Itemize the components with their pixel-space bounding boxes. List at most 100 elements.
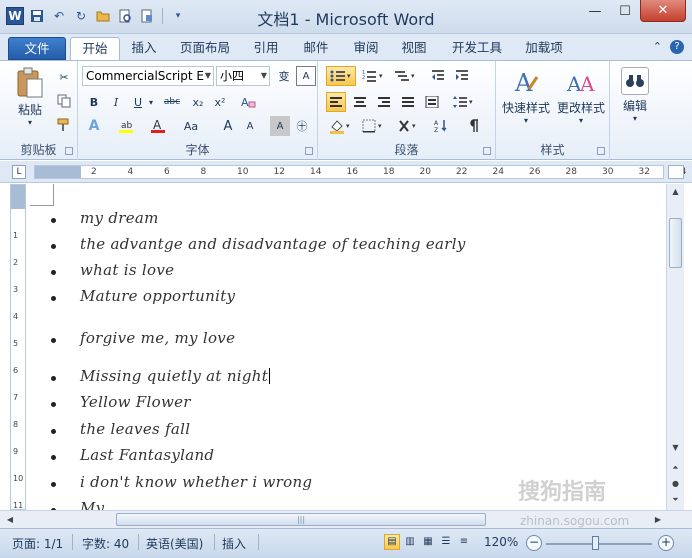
zoom-in-icon[interactable]: + — [658, 535, 674, 551]
word-count[interactable]: 字数: 40 — [82, 535, 129, 552]
format-painter-icon[interactable] — [54, 115, 74, 135]
outline-view-icon[interactable]: ☰ — [438, 534, 454, 550]
character-shading-button[interactable]: A — [270, 116, 290, 136]
zoom-out-icon[interactable]: − — [526, 535, 542, 551]
maximize-button[interactable]: ☐ — [610, 0, 640, 22]
list-item[interactable]: Mature opportunity — [80, 287, 235, 305]
strikethrough-button[interactable]: abc — [160, 92, 184, 112]
text-effects-icon[interactable]: A — [84, 116, 104, 136]
list-item[interactable]: the advantge and disadvantage of teachin… — [80, 235, 466, 253]
minimize-ribbon-icon[interactable]: ⌃ — [653, 40, 662, 54]
font-launcher-icon[interactable] — [305, 147, 313, 155]
tab-references[interactable]: 引用 — [246, 37, 286, 60]
editing-button[interactable]: 编辑 ▾ — [616, 67, 654, 123]
change-styles-button[interactable]: AA 更改样式 ▾ — [554, 67, 608, 125]
numbering-icon[interactable]: 1 2 ▾ — [360, 66, 388, 86]
insert-mode-indicator[interactable]: 插入 — [222, 535, 246, 552]
zoom-slider-track[interactable] — [546, 543, 652, 545]
tab-review[interactable]: 审阅 — [346, 37, 386, 60]
character-border-icon[interactable]: A — [296, 66, 316, 86]
tab-addins[interactable]: 加载项 — [518, 37, 570, 60]
underline-button[interactable]: U — [128, 92, 148, 112]
list-item[interactable]: forgive me, my love — [80, 329, 235, 347]
styles-launcher-icon[interactable] — [597, 147, 605, 155]
cut-icon[interactable]: ✂ — [54, 67, 74, 87]
line-spacing-icon[interactable]: ▾ — [450, 92, 478, 112]
tab-selector[interactable]: L — [12, 165, 26, 179]
font-family-select[interactable]: CommercialScript E ▼ — [82, 66, 214, 86]
list-item[interactable]: i don't know whether i wrong — [80, 473, 312, 491]
enclose-characters-icon[interactable]: ㊉ — [292, 116, 312, 136]
scroll-right-arrow[interactable]: ▶ — [650, 512, 666, 528]
subscript-button[interactable]: x₂ — [188, 92, 208, 112]
tab-view[interactable]: 视图 — [394, 37, 434, 60]
list-item[interactable]: what is love — [80, 261, 174, 279]
draft-view-icon[interactable]: ≡ — [456, 534, 472, 550]
sort-icon[interactable]: AZ — [432, 116, 452, 136]
clipboard-launcher-icon[interactable] — [65, 147, 73, 155]
page-count[interactable]: 页面: 1/1 — [12, 535, 63, 552]
highlight-color-icon[interactable]: ab — [116, 116, 136, 136]
grow-font-button[interactable]: A — [218, 116, 238, 136]
align-center-icon[interactable] — [350, 92, 370, 112]
borders-icon[interactable]: ▾ — [360, 116, 388, 136]
language-indicator[interactable]: 英语(美国) — [146, 535, 203, 552]
quick-styles-button[interactable]: A 快速样式 ▾ — [500, 67, 552, 125]
align-right-icon[interactable] — [374, 92, 394, 112]
list-item[interactable]: My ..... — [80, 499, 135, 510]
superscript-button[interactable]: x² — [210, 92, 230, 112]
full-screen-reading-icon[interactable]: ▥ — [402, 534, 418, 550]
font-color-icon[interactable]: A — [148, 116, 168, 136]
horizontal-ruler[interactable]: 246810121416182022242628303234 — [34, 165, 686, 179]
web-layout-icon[interactable]: ▦ — [420, 534, 436, 550]
tab-developer[interactable]: 开发工具 — [444, 37, 510, 60]
change-case-button[interactable]: Aa — [178, 116, 204, 136]
justify-icon[interactable] — [398, 92, 418, 112]
help-icon[interactable]: ? — [670, 40, 684, 54]
align-left-button[interactable] — [326, 92, 346, 112]
phonetic-guide-icon[interactable]: 变 — [274, 66, 294, 86]
paste-dropdown-icon[interactable]: ▾ — [10, 118, 50, 127]
scroll-left-arrow[interactable]: ◀ — [2, 512, 18, 528]
increase-indent-icon[interactable] — [452, 66, 472, 86]
horizontal-scroll-thumb[interactable]: ||| — [116, 513, 486, 526]
font-size-select[interactable]: 小四 ▼ — [216, 66, 270, 86]
decrease-indent-icon[interactable] — [428, 66, 448, 86]
vertical-scroll-thumb[interactable] — [669, 218, 682, 268]
vertical-ruler[interactable]: 1 2 3 4 5 6 7 8 9 10 11 — [10, 184, 26, 510]
close-button[interactable]: ✕ — [640, 0, 686, 22]
bullets-button[interactable]: ▾ — [326, 66, 356, 86]
ruler-toggle-icon[interactable] — [668, 165, 684, 179]
distributed-icon[interactable] — [422, 92, 442, 112]
tab-page-layout[interactable]: 页面布局 — [172, 37, 238, 60]
list-item[interactable]: Last Fantasyland — [80, 446, 214, 464]
print-layout-view-icon[interactable]: ▤ — [384, 534, 400, 550]
next-page-icon[interactable]: ⏷ — [667, 492, 684, 508]
scroll-up-arrow[interactable]: ▲ — [667, 184, 684, 200]
list-item[interactable]: the leaves fall — [80, 420, 190, 438]
zoom-level[interactable]: 120% — [484, 535, 518, 549]
underline-dropdown-icon[interactable]: ▾ — [146, 92, 156, 112]
previous-page-icon[interactable]: ⏶ — [667, 460, 684, 476]
tab-mailings[interactable]: 邮件 — [296, 37, 336, 60]
browse-object-icon[interactable]: ● — [667, 476, 684, 492]
show-marks-icon[interactable] — [464, 116, 484, 136]
scroll-down-arrow[interactable]: ▼ — [667, 440, 684, 456]
copy-icon[interactable] — [54, 91, 74, 111]
multilevel-list-icon[interactable]: ▾ — [392, 66, 420, 86]
paragraph-launcher-icon[interactable] — [483, 147, 491, 155]
tab-file[interactable]: 文件 — [8, 37, 66, 60]
minimize-button[interactable]: — — [580, 0, 610, 22]
editing-dropdown-icon[interactable]: ▾ — [616, 114, 654, 123]
list-item[interactable]: Yellow Flower — [80, 393, 191, 411]
tab-home[interactable]: 开始 — [70, 37, 120, 60]
list-item[interactable]: Missing quietly at night — [80, 367, 271, 385]
paste-button[interactable]: 粘贴 ▾ — [10, 67, 50, 127]
quick-styles-dropdown-icon[interactable]: ▾ — [500, 116, 552, 125]
vertical-scrollbar[interactable]: ▲ ▼ ⏶ ● ⏷ — [666, 184, 684, 510]
change-styles-dropdown-icon[interactable]: ▾ — [554, 116, 608, 125]
shading-icon[interactable]: ▾ — [326, 116, 356, 136]
zoom-slider-thumb[interactable] — [592, 536, 599, 550]
chinese-layout-icon[interactable]: ▾ — [396, 116, 424, 136]
list-item[interactable]: my dream — [80, 209, 159, 227]
